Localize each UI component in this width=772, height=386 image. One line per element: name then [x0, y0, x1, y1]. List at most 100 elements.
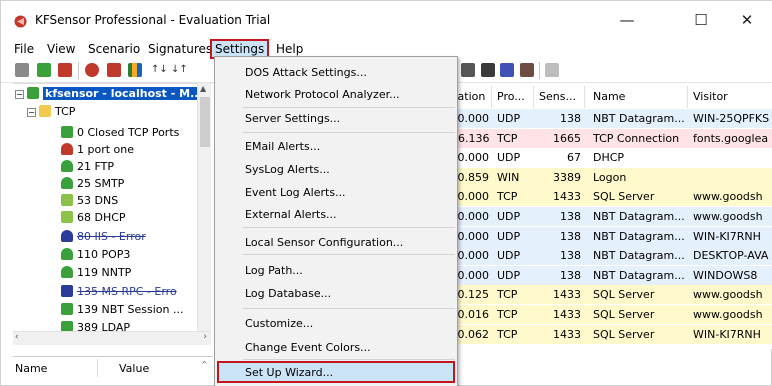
event-grid: ration Pro... Sens... Name Visitor 0.000… — [451, 83, 772, 349]
scroll-up-icon[interactable]: ^ — [201, 360, 208, 369]
sort-descending-icon[interactable]: ↓↑ — [171, 63, 188, 77]
sort-ascending-icon[interactable]: ↑↓ — [151, 63, 168, 77]
tree-horizontal-scrollbar[interactable]: ‹ › — [13, 331, 211, 345]
line-chart-icon[interactable] — [500, 63, 514, 77]
menu-separator — [243, 227, 455, 228]
tree-root[interactable]: − kfsensor - localhost - M... — [15, 86, 205, 102]
tree-vertical-scrollbar[interactable]: ▲ ▼ — [197, 83, 211, 341]
event-row[interactable]: 0.000 UDP 138 NBT Datagram... WIN-25QPFKS — [451, 109, 772, 128]
menu-scenario[interactable]: Scenario — [85, 39, 143, 59]
tree-item-label: 68 DHCP — [77, 211, 126, 224]
cell-protocol: TCP — [497, 308, 518, 321]
tree-item-label: 25 SMTP — [77, 177, 125, 190]
tree-item-label: 139 NBT Session ... — [77, 303, 184, 316]
tree-item[interactable]: 119 NNTP — [61, 265, 131, 281]
person-icon[interactable] — [107, 63, 121, 77]
sensor-green-icon[interactable] — [37, 63, 51, 77]
event-row[interactable]: 0.125 TCP 1433 SQL Server www.goodsh — [451, 285, 772, 305]
tree-scroll-thumb[interactable] — [200, 97, 210, 147]
scroll-left-icon[interactable]: ‹ — [15, 332, 19, 342]
bar-chart-icon[interactable] — [128, 63, 142, 77]
property-value-header[interactable]: Value — [119, 362, 149, 375]
event-row[interactable]: 0.000 UDP 138 NBT Datagram... www.goodsh — [451, 207, 772, 226]
cell-sensor: 138 — [560, 229, 581, 243]
person-icon — [61, 177, 73, 189]
log-database-item[interactable]: Log Database... — [245, 285, 450, 303]
scroll-right-icon[interactable]: › — [203, 332, 207, 342]
speaker-icon[interactable] — [85, 63, 99, 77]
tree-item[interactable]: 53 DNS — [61, 193, 118, 209]
tree-item[interactable]: 110 POP3 — [61, 247, 130, 263]
event-row[interactable]: 0.000 UDP 138 NBT Datagram... WINDOWS8 — [451, 265, 772, 285]
event-row[interactable]: 0.016 TCP 1433 SQL Server www.goodsh — [451, 305, 772, 324]
column-header-sensor[interactable]: Sens... — [539, 88, 576, 106]
cell-visitor: WIN-KI7RNH — [693, 327, 761, 341]
monitor-icon — [61, 285, 73, 297]
log-path-item[interactable]: Log Path... — [245, 262, 450, 280]
tree-item-label: 80 IIS - Error — [77, 230, 146, 243]
event-row[interactable]: 0.000 TCP 1433 SQL Server www.goodsh — [451, 187, 772, 207]
cell-visitor — [693, 170, 772, 186]
event-log-alerts-item[interactable]: Event Log Alerts... — [245, 184, 450, 202]
cell-sensor: 1665 — [553, 131, 581, 145]
cell-sensor: 138 — [560, 268, 581, 282]
setup-wizard-item[interactable]: Set Up Wizard... — [245, 364, 450, 382]
cell-sensor: 67 — [567, 151, 581, 165]
server-settings-item[interactable]: Server Settings... — [245, 110, 450, 128]
cell-sensor: 1433 — [553, 190, 581, 204]
wave-icon[interactable] — [545, 63, 559, 77]
minimize-button[interactable]: — — [605, 7, 649, 33]
grid-icon[interactable] — [481, 63, 495, 77]
event-row[interactable]: 96.136 TCP 1665 TCP Connection fonts.googlea — [451, 128, 772, 148]
tree-item-label: 0 Closed TCP Ports — [77, 126, 180, 139]
column-header-protocol[interactable]: Pro... — [497, 88, 525, 106]
tree-item[interactable]: 68 DHCP — [61, 210, 126, 226]
local-sensor-configuration-item[interactable]: Local Sensor Configuration... — [245, 234, 450, 252]
tree-item[interactable]: 139 NBT Session ... — [61, 302, 183, 318]
event-row[interactable]: 0.000 UDP 138 NBT Datagram... DESKTOP-AVA — [451, 246, 772, 266]
maximize-button[interactable]: ☐ — [679, 7, 723, 33]
menu-signatures[interactable]: Signatures — [145, 39, 215, 59]
network-protocol-analyzer-item[interactable]: Network Protocol Analyzer... — [245, 86, 450, 104]
tree-item[interactable]: 80 IIS - Error — [61, 229, 146, 245]
menu-view[interactable]: View — [44, 39, 78, 59]
menu-file[interactable]: File — [11, 39, 37, 59]
tree-item[interactable]: 135 MS RPC - Erro — [61, 284, 177, 300]
event-row[interactable]: 0.062 TCP 1433 SQL Server WIN-KI7RNH — [451, 324, 772, 344]
column-header-visitor[interactable]: Visitor — [693, 88, 728, 106]
trash-icon[interactable] — [15, 63, 29, 77]
cell-protocol: WIN — [497, 170, 520, 184]
external-alerts-item[interactable]: External Alerts... — [245, 206, 450, 224]
email-alerts-item[interactable]: EMail Alerts... — [245, 138, 450, 156]
property-name-header[interactable]: Name — [15, 362, 47, 375]
tree-item-label: 135 MS RPC - Erro — [77, 285, 177, 298]
event-row[interactable]: 0.000 UDP 138 NBT Datagram... WIN-KI7RNH — [451, 226, 772, 246]
sensor-red-icon[interactable] — [58, 63, 72, 77]
column-header-name[interactable]: Name — [593, 88, 625, 106]
tree-group-tcp[interactable]: − TCP — [27, 104, 75, 120]
toolbar-separator — [539, 62, 540, 79]
scroll-up-icon[interactable]: ▲ — [200, 84, 206, 93]
collapse-icon[interactable]: − — [15, 90, 24, 99]
column-divider — [97, 359, 98, 377]
event-row[interactable]: 0.000 UDP 67 DHCP — [451, 148, 772, 168]
cell-sensor: 1433 — [553, 288, 581, 302]
tree-item[interactable]: 25 SMTP — [61, 176, 124, 192]
tree-item[interactable]: 0 Closed TCP Ports — [61, 125, 179, 141]
collapse-icon[interactable]: − — [27, 108, 36, 117]
cell-name: Logon — [593, 170, 627, 184]
event-row[interactable]: 0.859 WIN 3389 Logon — [451, 167, 772, 187]
table-view-icon[interactable] — [461, 63, 475, 77]
syslog-alerts-item[interactable]: SysLog Alerts... — [245, 161, 450, 179]
change-event-colors-item[interactable]: Change Event Colors... — [245, 339, 450, 357]
close-button[interactable]: ✕ — [725, 7, 769, 33]
cell-sensor: 3389 — [553, 170, 581, 184]
tools-icon[interactable] — [520, 63, 534, 77]
cell-protocol: TCP — [497, 190, 518, 204]
tree-item-label: 119 NNTP — [77, 266, 132, 279]
customize-item[interactable]: Customize... — [245, 315, 450, 333]
cell-name: TCP Connection — [593, 131, 680, 145]
tree-item[interactable]: 21 FTP — [61, 159, 114, 175]
dos-attack-settings-item[interactable]: DOS Attack Settings... — [245, 64, 450, 82]
tree-item[interactable]: 1 port one — [61, 142, 134, 158]
